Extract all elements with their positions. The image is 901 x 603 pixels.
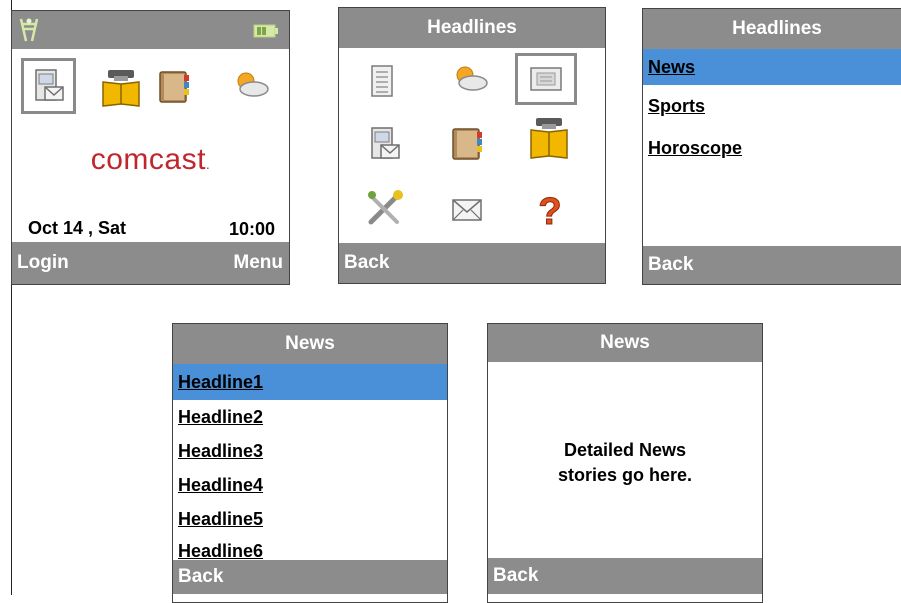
screen-title: News [600, 332, 650, 353]
tools-icon[interactable] [365, 188, 405, 228]
list-item-headline3[interactable]: Headline3 [173, 434, 447, 468]
softkey-bar: Back [339, 243, 605, 283]
home-screen: comcast. Oct 14 , Sat 10:00 Login Menu [11, 10, 290, 285]
softkey-bar: Back [173, 560, 447, 594]
message-icon[interactable] [369, 126, 401, 162]
news-body-line1: Detailed News [563, 440, 687, 460]
news-list-screen: News Headline1 Headline2 Headline3 Headl… [172, 323, 448, 603]
category-list: News Sports Horoscope [643, 49, 901, 169]
title-bar: News [173, 324, 447, 364]
list-item-sports[interactable]: Sports [643, 85, 901, 127]
svg-text:?: ? [538, 191, 561, 230]
list-item-news[interactable]: News [643, 49, 901, 85]
weather-icon[interactable] [230, 69, 272, 99]
help-icon[interactable]: ? [537, 190, 563, 231]
date-text: Oct 14 , Sat [28, 218, 127, 238]
headlines-menu-screen: Headlines ? Back [338, 7, 606, 284]
back-softkey[interactable]: Back [493, 565, 538, 587]
news-body-line2: stories go here. [557, 465, 693, 485]
news-detail-screen: News Detailed News stories go here. Back [487, 323, 763, 603]
headline-list: Headline1 Headline2 Headline3 Headline4 … [173, 364, 447, 566]
news-icon[interactable] [529, 65, 563, 93]
brand-name: comcast [90, 143, 206, 176]
title-bar: Headlines [643, 9, 901, 49]
status-bar [12, 11, 289, 49]
list-item-headline5[interactable]: Headline5 [173, 502, 447, 536]
phonebook-icon[interactable] [100, 68, 142, 108]
screen-title: Headlines [427, 17, 517, 38]
screen-title: News [285, 333, 335, 354]
phonebook-icon[interactable] [528, 116, 570, 160]
brand-logo: comcast. [12, 143, 289, 177]
envelope-icon[interactable] [451, 198, 483, 222]
list-item-headline2[interactable]: Headline2 [173, 400, 447, 434]
title-bar: Headlines [339, 8, 605, 48]
brand-suffix: . [205, 156, 211, 172]
time-text: 10:00 [228, 219, 275, 239]
list-item-headline1[interactable]: Headline1 [173, 364, 447, 400]
softkey-bar: Back [643, 246, 901, 284]
news-body: Detailed News stories go here. [488, 438, 762, 488]
back-softkey[interactable]: Back [344, 252, 389, 274]
softkey-bar: Back [488, 558, 762, 594]
notebook-icon[interactable] [449, 126, 485, 162]
login-softkey[interactable]: Login [17, 252, 69, 274]
back-softkey[interactable]: Back [178, 566, 223, 588]
weather-icon[interactable] [449, 63, 491, 93]
menu-softkey[interactable]: Menu [233, 252, 283, 274]
signal-icon [19, 18, 39, 42]
softkey-bar: Login Menu [12, 242, 289, 284]
battery-icon [253, 24, 278, 38]
screen-title: Headlines [732, 18, 822, 39]
back-softkey[interactable]: Back [648, 254, 693, 276]
title-bar: News [488, 324, 762, 362]
message-icon[interactable] [33, 68, 65, 104]
headlines-list-screen: Headlines News Sports Horoscope Back [642, 8, 901, 285]
list-item-headline4[interactable]: Headline4 [173, 468, 447, 502]
notebook-icon[interactable] [156, 69, 192, 105]
notepad-icon[interactable] [367, 64, 397, 98]
list-item-horoscope[interactable]: Horoscope [643, 127, 901, 169]
